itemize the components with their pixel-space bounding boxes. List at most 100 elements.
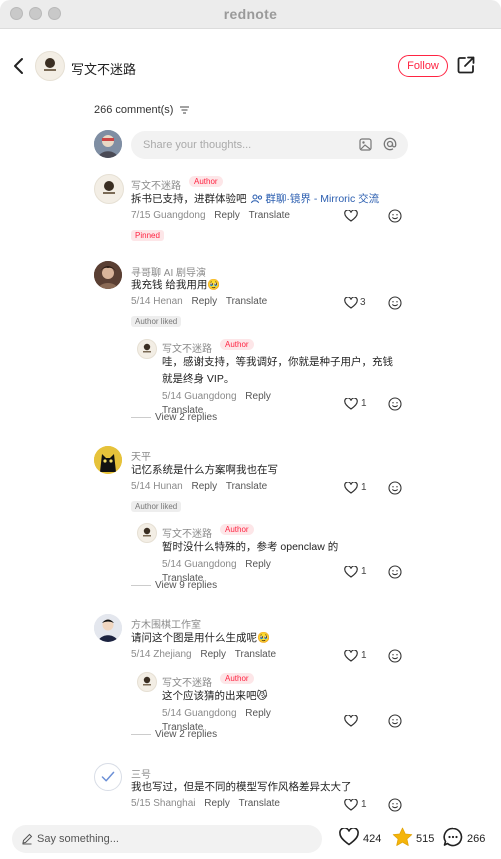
commenter-avatar[interactable] — [94, 614, 122, 642]
my-avatar — [94, 130, 122, 158]
collect-count: 515 — [416, 833, 435, 845]
commenter-name[interactable]: 写文不迷路 — [131, 177, 181, 192]
reply-text: 这个应该猜的出来吧😼 — [162, 690, 268, 702]
post-like-icon[interactable] — [339, 828, 359, 846]
translate-button[interactable]: Translate — [249, 210, 290, 221]
say-something-placeholder[interactable]: Say something... — [37, 833, 119, 845]
comment-meta: 5/14 Zhejiang Reply Translate — [131, 649, 276, 660]
author-liked-tag: Author liked — [131, 501, 182, 512]
author-name[interactable]: 写文不迷路 — [71, 59, 136, 78]
comment-text: 我充钱 给我用用🥹 — [131, 279, 221, 291]
comment-bubble-icon[interactable] — [443, 827, 463, 847]
like-count: 1 — [361, 566, 367, 577]
like-heart-icon[interactable] — [344, 650, 358, 662]
emoji-react-icon[interactable] — [388, 481, 402, 495]
commenter-avatar[interactable] — [94, 763, 122, 791]
reply-button[interactable]: Reply — [245, 391, 271, 402]
translate-button[interactable]: Translate — [235, 649, 276, 660]
follow-button[interactable]: Follow — [398, 55, 448, 77]
emoji-react-icon[interactable] — [388, 649, 402, 663]
emoji-react-icon[interactable] — [388, 565, 402, 579]
like-heart-icon[interactable] — [344, 566, 358, 578]
reply-button[interactable]: Reply — [245, 708, 271, 719]
comment-date: 5/15 Shanghai — [131, 798, 196, 809]
comment-date: 7/15 Guangdong — [131, 210, 206, 221]
view-replies-label[interactable]: View 9 replies — [155, 580, 217, 591]
comment-count-bottom: 266 — [467, 833, 486, 845]
reply-name[interactable]: 写文不迷路 — [162, 674, 212, 689]
comment-text: 记忆系统是什么方案啊我也在写 — [131, 464, 278, 476]
author-liked-tag: Author liked — [131, 316, 182, 327]
reply-avatar[interactable] — [137, 523, 157, 543]
bottom-action-bar: Say something... 424 515 266 — [0, 819, 501, 859]
group-chat-link[interactable]: 群聊·镜界 - Mirroric 交流 — [265, 193, 379, 205]
commenter-name[interactable]: 方木围棋工作室 — [131, 616, 201, 631]
image-icon[interactable] — [359, 138, 372, 151]
commenter-avatar[interactable] — [94, 261, 122, 289]
emoji-react-icon[interactable] — [388, 798, 402, 812]
mention-icon[interactable] — [383, 137, 397, 151]
comment-composer[interactable]: Share your thoughts... — [131, 131, 408, 159]
like-count: 3 — [360, 297, 366, 308]
comment-text-prefix: 拆书已支持，进群体验吧 — [131, 193, 250, 205]
author-badge: Author — [189, 176, 223, 187]
reply-text: 哇，感谢支持，等我调好，你就是种子用户，充钱 — [162, 356, 393, 368]
like-heart-icon[interactable] — [344, 799, 358, 811]
composer-placeholder[interactable]: Share your thoughts... — [143, 139, 251, 151]
reply-text: 暂时没什么特殊的，参考 openclaw 的 — [162, 541, 339, 553]
emoji-react-icon[interactable] — [388, 397, 402, 411]
emoji-react-icon[interactable] — [388, 296, 402, 310]
like-heart-icon[interactable] — [344, 715, 358, 727]
reply-name[interactable]: 写文不迷路 — [162, 340, 212, 355]
author-avatar[interactable] — [35, 51, 65, 81]
commenter-name[interactable]: 天平 — [131, 448, 151, 463]
reply-avatar[interactable] — [137, 672, 157, 692]
translate-button[interactable]: Translate — [226, 481, 267, 492]
view-replies-link[interactable]: View 9 replies — [131, 580, 217, 591]
like-heart-icon[interactable] — [344, 210, 358, 222]
like-heart-icon[interactable] — [344, 398, 358, 410]
reply-avatar[interactable] — [137, 339, 157, 359]
reply-button[interactable]: Reply — [214, 210, 240, 221]
view-replies-link[interactable]: View 2 replies — [131, 729, 217, 740]
collect-star-icon[interactable] — [392, 827, 413, 847]
emoji-react-icon[interactable] — [388, 714, 402, 728]
reply-text-line2: 就是终身 VIP。 — [162, 373, 235, 385]
like-heart-icon[interactable] — [344, 482, 358, 494]
view-replies-label[interactable]: View 2 replies — [155, 729, 217, 740]
reply-button[interactable]: Reply — [245, 559, 271, 570]
comment-meta: 5/14 Henan Reply Translate — [131, 296, 267, 307]
translate-button[interactable]: Translate — [239, 798, 280, 809]
reply-button[interactable]: Reply — [200, 649, 226, 660]
sort-icon[interactable] — [179, 106, 189, 114]
reply-button[interactable]: Reply — [192, 481, 218, 492]
pinned-tag: Pinned — [131, 230, 164, 241]
comment-text: 拆书已支持，进群体验吧 群聊·镜界 - Mirroric 交流 — [131, 191, 379, 207]
back-arrow-icon[interactable] — [12, 57, 26, 75]
reply-button[interactable]: Reply — [192, 296, 218, 307]
emoji-react-icon[interactable] — [388, 209, 402, 223]
comment-text: 请问这个图是用什么生成呢🥹 — [131, 632, 271, 644]
window-title: rednote — [223, 6, 278, 22]
reply-date: 5/14 Guangdong — [162, 708, 237, 719]
share-icon[interactable] — [456, 55, 476, 75]
comment-date: 5/14 Henan — [131, 296, 183, 307]
commenter-avatar[interactable] — [94, 446, 122, 474]
reply-button[interactable]: Reply — [204, 798, 230, 809]
like-count: 1 — [361, 799, 367, 810]
comment-meta: 7/15 Guangdong Reply Translate — [131, 210, 290, 221]
author-badge: Author — [220, 524, 254, 535]
reply-date: 5/14 Guangdong — [162, 391, 237, 402]
reply-date: 5/14 Guangdong — [162, 559, 237, 570]
like-heart-icon[interactable] — [344, 297, 358, 309]
comment-text: 我也写过，但是不同的模型写作风格差异太大了 — [131, 781, 352, 793]
comment-count: 266 comment(s) — [94, 104, 174, 116]
view-replies-label[interactable]: View 2 replies — [155, 412, 217, 423]
view-replies-link[interactable]: View 2 replies — [131, 412, 217, 423]
translate-button[interactable]: Translate — [226, 296, 267, 307]
reply-name[interactable]: 写文不迷路 — [162, 525, 212, 540]
comment-meta: 5/15 Shanghai Reply Translate — [131, 798, 280, 809]
like-count: 1 — [361, 482, 367, 493]
say-something-input[interactable]: Say something... — [12, 825, 322, 853]
commenter-avatar[interactable] — [94, 174, 124, 204]
